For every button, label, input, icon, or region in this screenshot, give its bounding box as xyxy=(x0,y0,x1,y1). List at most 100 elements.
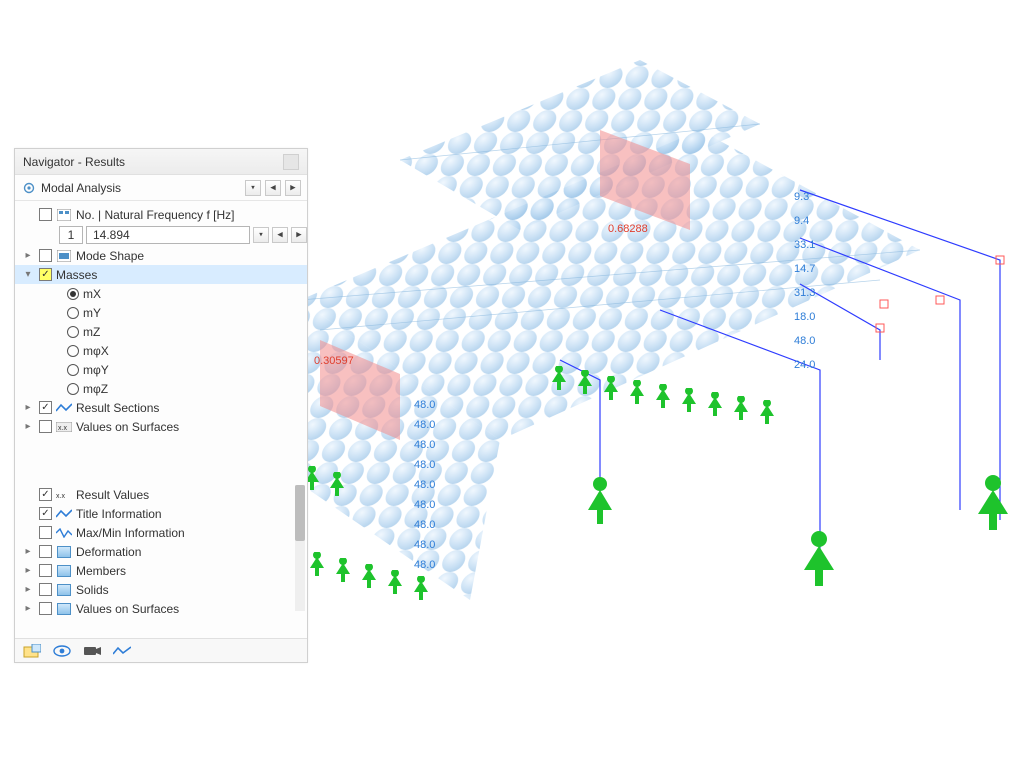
title-icon xyxy=(56,507,72,521)
mode-shape-icon xyxy=(56,249,72,263)
analysis-name: Modal Analysis xyxy=(41,181,241,195)
svg-text:9.4: 9.4 xyxy=(794,215,809,227)
navigator-data-button[interactable] xyxy=(21,642,43,660)
checkbox[interactable] xyxy=(39,602,52,615)
mode-number-input[interactable]: 1 xyxy=(59,226,83,244)
analysis-dropdown[interactable]: ▾ xyxy=(245,180,261,196)
svg-text:48.0: 48.0 xyxy=(414,539,435,551)
panel-titlebar: Navigator - Results xyxy=(15,149,307,175)
svg-text:48.0: 48.0 xyxy=(414,559,435,571)
camera-icon[interactable] xyxy=(81,642,103,660)
freq-next-button[interactable]: ▶ xyxy=(291,227,307,243)
tree-item-mX[interactable]: mX xyxy=(15,284,307,303)
chevron-right-icon[interactable]: ▸ xyxy=(21,565,35,576)
tree-item-mphiX[interactable]: mφX xyxy=(15,341,307,360)
freq-header-label: No. | Natural Frequency f [Hz] xyxy=(76,208,235,222)
chevron-right-icon[interactable]: ▸ xyxy=(21,584,35,595)
svg-text:48.0: 48.0 xyxy=(414,519,435,531)
chevron-right-icon[interactable]: ▸ xyxy=(21,250,35,261)
chevron-right-icon[interactable]: ▸ xyxy=(21,402,35,413)
radio-mphiX[interactable] xyxy=(67,345,79,357)
radio-mY[interactable] xyxy=(67,307,79,319)
color-square-icon xyxy=(56,545,72,559)
tree-item-mZ[interactable]: mZ xyxy=(15,322,307,341)
display-item-deformation[interactable]: ▸ Deformation xyxy=(15,542,307,561)
panel-close-button[interactable] xyxy=(283,154,299,170)
chevron-right-icon[interactable]: ▸ xyxy=(21,421,35,432)
svg-text:31.3: 31.3 xyxy=(794,287,815,299)
display-item-label: Solids xyxy=(76,583,109,597)
masses-label: Masses xyxy=(56,268,97,282)
chevron-right-icon[interactable]: ▸ xyxy=(21,603,35,614)
radio-mZ[interactable] xyxy=(67,326,79,338)
svg-text:24.0: 24.0 xyxy=(794,359,815,371)
values-icon: x.x xyxy=(56,488,72,502)
color-square-icon xyxy=(56,564,72,578)
color-square-icon xyxy=(56,602,72,616)
analysis-prev-button[interactable]: ◀ xyxy=(265,180,281,196)
checkbox[interactable] xyxy=(39,583,52,596)
svg-text:48.0: 48.0 xyxy=(414,499,435,511)
svg-text:48.0: 48.0 xyxy=(414,459,435,471)
tree-item-masses[interactable]: ▾ Masses xyxy=(15,265,307,284)
values-surfaces-checkbox[interactable] xyxy=(39,420,52,433)
panel-bottom-toolbar xyxy=(15,638,307,662)
freq-checkbox[interactable] xyxy=(39,208,52,221)
chevron-down-icon[interactable]: ▾ xyxy=(21,269,35,280)
section-icon xyxy=(56,401,72,415)
display-item-label: Title Information xyxy=(76,507,162,521)
svg-text:x.x: x.x xyxy=(56,493,65,500)
checkbox[interactable] xyxy=(39,564,52,577)
display-item-solids[interactable]: ▸ Solids xyxy=(15,580,307,599)
display-item-label: Values on Surfaces xyxy=(76,602,179,616)
mode-shape-label: Mode Shape xyxy=(76,249,144,263)
section-label-2: 0.30597 xyxy=(314,355,354,367)
freq-dropdown[interactable]: ▾ xyxy=(253,227,269,243)
svg-text:18.0: 18.0 xyxy=(794,311,815,323)
mode-shape-checkbox[interactable] xyxy=(39,249,52,262)
result-sections-checkbox[interactable] xyxy=(39,401,52,414)
display-options-tree: x.x Result Values Title Information Max/Min… xyxy=(15,481,307,615)
color-square-icon xyxy=(56,583,72,597)
checkbox[interactable] xyxy=(39,545,52,558)
tree-item-mY[interactable]: mY xyxy=(15,303,307,322)
display-item-title-information[interactable]: Title Information xyxy=(15,504,307,523)
frequency-value-input[interactable]: 14.894 xyxy=(86,226,250,244)
freq-icon xyxy=(56,208,72,222)
eye-icon[interactable] xyxy=(51,642,73,660)
checkbox[interactable] xyxy=(39,526,52,539)
maxmin-icon xyxy=(56,526,72,540)
svg-text:48.0: 48.0 xyxy=(414,419,435,431)
result-sections-label: Result Sections xyxy=(76,401,159,415)
results-toggle-icon[interactable] xyxy=(111,642,133,660)
svg-text:48.0: 48.0 xyxy=(794,335,815,347)
tree-item-mode-shape[interactable]: ▸ Mode Shape xyxy=(15,246,307,265)
svg-text:x.x: x.x xyxy=(58,425,67,432)
analysis-next-button[interactable]: ▶ xyxy=(285,180,301,196)
freq-header-row: No. | Natural Frequency f [Hz] xyxy=(15,205,307,224)
radio-mphiZ[interactable] xyxy=(67,383,79,395)
svg-text:48.0: 48.0 xyxy=(414,479,435,491)
freq-prev-button[interactable]: ◀ xyxy=(272,227,288,243)
tree-item-mphiZ[interactable]: mφZ xyxy=(15,379,307,398)
radio-mX[interactable] xyxy=(67,288,79,300)
display-item-label: Deformation xyxy=(76,545,141,559)
svg-text:48.0: 48.0 xyxy=(414,399,435,411)
chevron-right-icon[interactable]: ▸ xyxy=(21,546,35,557)
tree-item-mphiY[interactable]: mφY xyxy=(15,360,307,379)
section-label-1: 0.68288 xyxy=(608,223,648,235)
display-item-label: Result Values xyxy=(76,488,149,502)
tree-item-values-on-surfaces[interactable]: ▸ x.x Values on Surfaces xyxy=(15,417,307,436)
display-item-max-min-information[interactable]: Max/Min Information xyxy=(15,523,307,542)
tree-item-result-sections[interactable]: ▸ Result Sections xyxy=(15,398,307,417)
radio-mphiY[interactable] xyxy=(67,364,79,376)
display-item-values-on-surfaces[interactable]: ▸ Values on Surfaces xyxy=(15,599,307,615)
gear-icon xyxy=(21,180,37,196)
masses-checkbox[interactable] xyxy=(39,268,52,281)
freq-value-row: 1 14.894 ▾ ◀ ▶ xyxy=(15,224,307,246)
panel-title: Navigator - Results xyxy=(23,149,125,175)
display-item-members[interactable]: ▸Members xyxy=(15,561,307,580)
checkbox[interactable] xyxy=(39,488,52,501)
checkbox[interactable] xyxy=(39,507,52,520)
display-item-result-values[interactable]: x.x Result Values xyxy=(15,485,307,504)
